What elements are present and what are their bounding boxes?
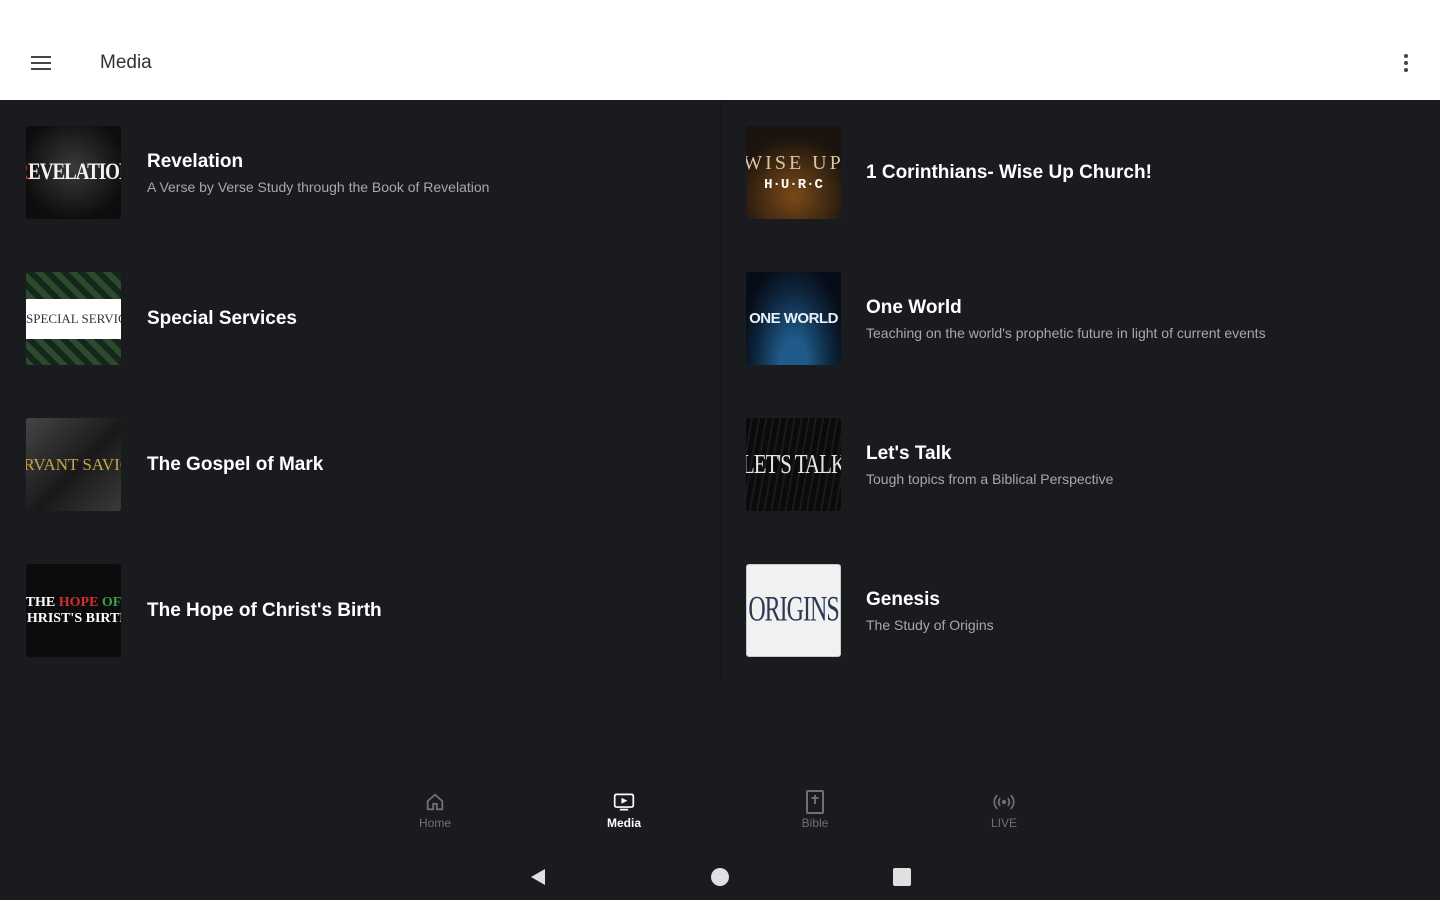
media-item-text: Special Services bbox=[147, 246, 700, 392]
media-item-revelation[interactable]: REVELATION Revelation A Verse by Verse S… bbox=[0, 100, 720, 246]
media-item-title: Genesis bbox=[866, 589, 940, 610]
hope-thumbnail-the: THE bbox=[26, 594, 59, 610]
corinthians-thumbnail-line2: H·U·R·C bbox=[764, 177, 823, 193]
media-item-title: 1 Corinthians- Wise Up Church! bbox=[866, 162, 1152, 183]
media-item-text: Revelation A Verse by Verse Study throug… bbox=[147, 100, 700, 246]
media-item-text: 1 Corinthians- Wise Up Church! bbox=[866, 100, 1440, 246]
back-triangle-icon[interactable] bbox=[518, 862, 558, 892]
gospel-of-mark-thumbnail-text: SERVANT SAVIOR bbox=[26, 454, 121, 474]
media-item-subtitle: Tough topics from a Biblical Perspective bbox=[866, 471, 1114, 487]
nav-item-bible[interactable]: Bible bbox=[775, 790, 855, 840]
nav-item-media[interactable]: Media bbox=[584, 790, 664, 840]
media-item-title: Special Services bbox=[147, 308, 297, 329]
corinthians-thumbnail-line1: WISE UP bbox=[746, 152, 841, 174]
media-item-text: One World Teaching on the world's prophe… bbox=[866, 246, 1440, 392]
bottom-navigation: Home Media Bible LIVE bbox=[0, 780, 1440, 840]
media-item-1-corinthians[interactable]: WISE UP H·U·R·C 1 Corinthians- Wise Up C… bbox=[720, 100, 1440, 246]
media-item-text: The Gospel of Mark bbox=[147, 392, 700, 538]
special-services-thumbnail-text: SPECIAL SERVICES bbox=[26, 298, 121, 339]
hope-thumbnail-line1: THE HOPE OF bbox=[26, 595, 121, 611]
media-item-text: The Hope of Christ's Birth bbox=[147, 538, 700, 684]
genesis-thumbnail: ORIGINS bbox=[746, 564, 841, 657]
media-item-text: Genesis The Study of Origins bbox=[866, 538, 1440, 684]
media-item-gospel-of-mark[interactable]: SERVANT SAVIOR The Gospel of Mark bbox=[0, 392, 720, 538]
media-item-subtitle: Teaching on the world's prophetic future… bbox=[866, 325, 1266, 341]
system-navigation-bar bbox=[0, 852, 1440, 900]
media-item-lets-talk[interactable]: LET'S TALK Let's Talk Tough topics from … bbox=[720, 392, 1440, 538]
media-item-subtitle: A Verse by Verse Study through the Book … bbox=[147, 179, 490, 195]
hope-thumbnail-of: OF bbox=[98, 594, 121, 610]
home-icon bbox=[424, 790, 446, 814]
lets-talk-thumbnail-text: LET'S TALK bbox=[746, 448, 841, 480]
nav-label-home: Home bbox=[418, 816, 451, 830]
media-item-title: Let's Talk bbox=[866, 443, 952, 464]
live-broadcast-icon bbox=[993, 790, 1015, 814]
hope-thumbnail-hope: HOPE bbox=[58, 594, 99, 610]
revelation-thumbnail-rest: EVELATION bbox=[28, 159, 121, 185]
recents-square-icon[interactable] bbox=[882, 862, 922, 892]
gospel-of-mark-thumbnail: SERVANT SAVIOR bbox=[26, 418, 121, 511]
nav-label-live: LIVE bbox=[990, 816, 1017, 830]
media-icon bbox=[613, 790, 635, 814]
media-item-title: The Gospel of Mark bbox=[147, 454, 324, 475]
nav-label-bible: Bible bbox=[801, 816, 829, 830]
page-title: Media bbox=[100, 52, 152, 73]
one-world-thumbnail-text: ONE WORLD bbox=[749, 310, 838, 327]
nav-item-home[interactable]: Home bbox=[395, 790, 475, 840]
app-bar: Media bbox=[0, 0, 1440, 100]
column-divider bbox=[720, 100, 722, 684]
special-services-thumbnail: SPECIAL SERVICES bbox=[26, 272, 121, 365]
media-item-title: The Hope of Christ's Birth bbox=[147, 600, 382, 621]
hope-thumbnail-line2: CHRIST'S BIRTH bbox=[26, 610, 121, 626]
corinthians-thumbnail: WISE UP H·U·R·C bbox=[746, 126, 841, 219]
one-world-thumbnail: ONE WORLD bbox=[746, 272, 841, 365]
media-item-title: One World bbox=[866, 297, 962, 318]
media-item-hope-of-christs-birth[interactable]: THE HOPE OF CHRIST'S BIRTH The Hope of C… bbox=[0, 538, 720, 684]
media-item-special-services[interactable]: SPECIAL SERVICES Special Services bbox=[0, 246, 720, 392]
hope-thumbnail: THE HOPE OF CHRIST'S BIRTH bbox=[26, 564, 121, 657]
lets-talk-thumbnail: LET'S TALK bbox=[746, 418, 841, 511]
media-item-one-world[interactable]: ONE WORLD One World Teaching on the worl… bbox=[720, 246, 1440, 392]
media-item-genesis[interactable]: ORIGINS Genesis The Study of Origins bbox=[720, 538, 1440, 684]
bible-icon bbox=[804, 790, 826, 814]
revelation-thumbnail-text: REVELATION bbox=[26, 159, 121, 185]
revelation-thumbnail: REVELATION bbox=[26, 126, 121, 219]
media-item-title: Revelation bbox=[147, 151, 244, 172]
more-vertical-icon[interactable] bbox=[1392, 46, 1420, 80]
nav-label-media: Media bbox=[606, 816, 641, 830]
media-item-text: Let's Talk Tough topics from a Biblical … bbox=[866, 392, 1440, 538]
genesis-thumbnail-text: ORIGINS bbox=[748, 590, 839, 630]
home-circle-icon[interactable] bbox=[700, 862, 740, 892]
nav-item-live[interactable]: LIVE bbox=[964, 790, 1044, 840]
media-item-subtitle: The Study of Origins bbox=[866, 617, 994, 633]
hamburger-menu-icon[interactable] bbox=[22, 46, 60, 80]
